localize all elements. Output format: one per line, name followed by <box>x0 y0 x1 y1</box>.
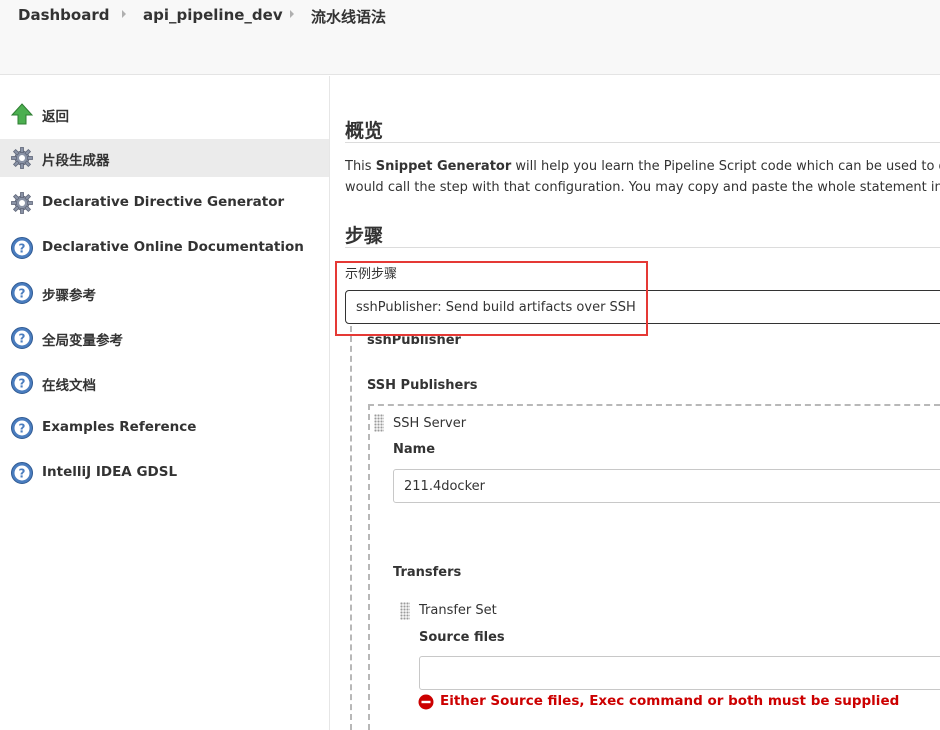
source-files-input[interactable] <box>419 656 940 690</box>
up-arrow-icon <box>10 103 34 125</box>
sidebar-item-snippet-generator[interactable]: 片段生成器 <box>0 139 329 177</box>
sidebar-item-online-documentation[interactable]: ? Declarative Online Documentation <box>0 229 329 267</box>
main-content: 概览 This Snippet Generator will help you … <box>331 76 940 730</box>
overview-description: This Snippet Generator will help you lea… <box>345 159 940 195</box>
sidebar-item-global-variables[interactable]: ? 全局变量参考 <box>0 319 329 357</box>
help-icon: ? <box>11 462 33 484</box>
sidebar-item-label: 返回 <box>42 109 69 125</box>
svg-text:?: ? <box>19 332 26 346</box>
sidebar-item-directive-generator[interactable]: Declarative Directive Generator <box>0 184 329 222</box>
sidebar-item-back[interactable]: 返回 <box>0 95 329 133</box>
name-input[interactable]: 211.4docker <box>393 469 940 503</box>
sidebar-item-label: 步骤参考 <box>42 288 96 304</box>
svg-text:?: ? <box>19 377 26 391</box>
breadcrumb-separator-icon <box>290 10 294 18</box>
ssh-publishers-label: SSH Publishers <box>367 378 478 393</box>
steps-divider <box>345 247 940 248</box>
snippet-generator-term: Snippet Generator <box>375 159 512 174</box>
svg-text:?: ? <box>19 287 26 301</box>
sidebar-item-label: Declarative Directive Generator <box>42 194 285 210</box>
sample-step-label: 示例步骤 <box>345 267 398 282</box>
gear-icon <box>11 192 33 214</box>
ssh-server-label: SSH Server <box>393 416 467 431</box>
help-icon: ? <box>11 327 33 349</box>
sidebar-item-label: IntelliJ IDEA GDSL <box>42 464 178 480</box>
name-label: Name <box>393 442 436 457</box>
steps-title: 步骤 <box>345 225 384 247</box>
help-icon: ? <box>11 417 33 439</box>
breadcrumb-dashboard[interactable]: Dashboard <box>18 6 109 24</box>
overview-divider <box>345 142 940 143</box>
svg-text:?: ? <box>19 467 26 481</box>
ssh-server-border-top <box>368 404 940 406</box>
sidebar-item-label: 在线文档 <box>42 378 96 394</box>
sidebar-item-online-docs[interactable]: ? 在线文档 <box>0 364 329 402</box>
sidebar-item-label: Examples Reference <box>42 419 197 435</box>
svg-text:?: ? <box>19 422 26 436</box>
overview-title: 概览 <box>345 120 384 142</box>
help-icon: ? <box>11 372 33 394</box>
sidebar: 返回 片段生成器 Declarative Directive Generator… <box>0 76 330 730</box>
help-icon: ? <box>11 237 33 259</box>
step-name: sshPublisher <box>367 333 461 348</box>
breadcrumb-pipeline-syntax[interactable]: 流水线语法 <box>311 6 386 27</box>
sidebar-item-examples-reference[interactable]: ? Examples Reference <box>0 409 329 447</box>
ssh-server-border-left <box>368 404 370 730</box>
step-config-border <box>350 326 352 730</box>
transfers-label: Transfers <box>393 565 462 580</box>
breadcrumb-job[interactable]: api_pipeline_dev <box>143 6 283 24</box>
breadcrumb-bar: Dashboard api_pipeline_dev 流水线语法 <box>0 0 940 75</box>
sidebar-item-label: Declarative Online Documentation <box>42 239 304 255</box>
sidebar-item-label: 片段生成器 <box>42 153 110 169</box>
sample-step-select[interactable]: sshPublisher: Send build artifacts over … <box>345 290 940 324</box>
sidebar-item-intellij-gdsl[interactable]: ? IntelliJ IDEA GDSL <box>0 454 329 492</box>
drag-handle-icon[interactable] <box>374 414 384 432</box>
sidebar-item-step-reference[interactable]: ? 步骤参考 <box>0 274 329 312</box>
svg-text:?: ? <box>19 242 26 256</box>
validation-error-message: Either Source files, Exec command or bot… <box>440 693 900 709</box>
source-files-label: Source files <box>419 630 505 645</box>
transfer-set-label: Transfer Set <box>419 603 497 618</box>
error-icon <box>418 694 434 710</box>
sidebar-item-label: 全局变量参考 <box>42 333 123 349</box>
drag-handle-icon[interactable] <box>400 602 410 620</box>
breadcrumb-separator-icon <box>122 10 126 18</box>
gear-icon <box>11 147 33 169</box>
help-icon: ? <box>11 282 33 304</box>
